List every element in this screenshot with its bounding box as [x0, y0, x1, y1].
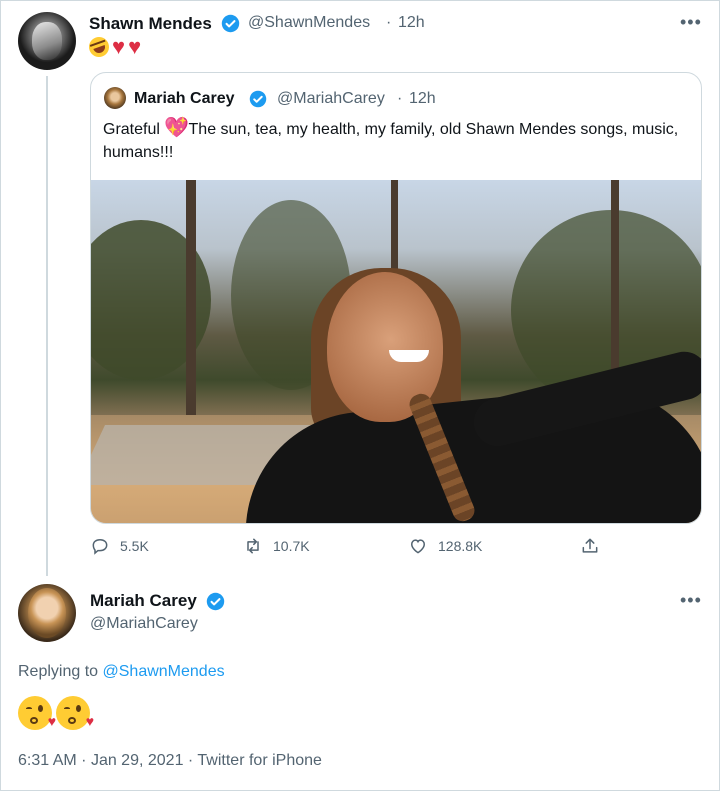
retweet-icon — [247, 538, 259, 554]
tweet-actions: 5.5K 10.7K 128.8K — [90, 536, 610, 560]
time-ago[interactable]: 12h — [398, 14, 425, 32]
kiss-face-emoji-icon: ♥ — [18, 696, 56, 730]
verified-badge-icon — [249, 90, 267, 108]
separator-dot: · — [187, 752, 194, 769]
quoted-tweet-photo[interactable] — [91, 180, 701, 523]
mariah-avatar[interactable] — [18, 584, 76, 642]
quoted-text-start: Grateful — [103, 121, 160, 138]
like-count: 128.8K — [438, 538, 483, 554]
tweet-time[interactable]: 6:31 AM — [18, 752, 77, 769]
shawn-avatar[interactable] — [18, 12, 76, 70]
reply-emoji-text: ♥ ♥ — [18, 696, 94, 730]
reply-author-name[interactable]: Mariah Carey — [90, 591, 197, 611]
separator-dot: · — [81, 752, 87, 769]
replying-to: Replying to @ShawnMendes — [18, 663, 225, 681]
reply-author-handle[interactable]: @MariahCarey — [90, 615, 198, 633]
tweet-date[interactable]: Jan 29, 2021 — [91, 752, 184, 769]
like-button[interactable]: 128.8K — [408, 536, 482, 556]
reply-icon — [92, 538, 108, 555]
sparkling-heart-emoji-icon: 💖 — [164, 117, 190, 139]
verified-badge-icon — [221, 14, 240, 33]
quoted-author-name: Mariah Carey — [134, 90, 235, 107]
like-heart-icon — [410, 539, 426, 554]
tweet-metadata: 6:31 AM · Jan 29, 2021 · Twitter for iPh… — [18, 752, 322, 770]
quoted-text-rest: The sun, tea, my health, my family, old … — [103, 121, 679, 161]
more-options-icon[interactable]: ••• — [680, 12, 702, 33]
verified-badge-icon — [206, 592, 225, 611]
retweet-count: 10.7K — [273, 538, 310, 554]
kiss-face-emoji-icon: ♥ — [56, 696, 94, 730]
tweet-emoji-text: ♥ ♥ — [86, 34, 142, 60]
tweet-source[interactable]: Twitter for iPhone — [197, 752, 322, 769]
quoted-time-ago: 12h — [409, 90, 436, 107]
replying-prefix: Replying to — [18, 663, 103, 680]
share-button[interactable] — [580, 536, 600, 556]
quoted-tweet-card[interactable]: Mariah Carey @MariahCarey · 12h Grateful… — [90, 72, 702, 524]
quoted-author-handle: @MariahCarey — [277, 90, 385, 107]
author-handle[interactable]: @ShawnMendes — [248, 14, 370, 32]
more-options-icon[interactable]: ••• — [680, 590, 702, 611]
quoted-author-avatar — [104, 87, 126, 109]
separator-dot: · — [397, 90, 403, 107]
reply-count: 5.5K — [120, 538, 149, 554]
thread-line — [46, 76, 48, 576]
retweet-button[interactable]: 10.7K — [243, 536, 310, 556]
replying-to-link[interactable]: @ShawnMendes — [103, 663, 225, 680]
separator-dot: · — [386, 14, 392, 31]
share-icon — [582, 538, 598, 553]
red-heart-emoji-icon: ♥ — [112, 34, 126, 59]
reply-button[interactable]: 5.5K — [90, 536, 149, 556]
red-heart-emoji-icon: ♥ — [128, 34, 142, 59]
author-name[interactable]: Shawn Mendes — [89, 14, 212, 34]
rolling-laughing-emoji-icon — [86, 34, 112, 60]
quoted-tweet-text: Grateful 💖 The sun, tea, my health, my f… — [103, 118, 693, 164]
